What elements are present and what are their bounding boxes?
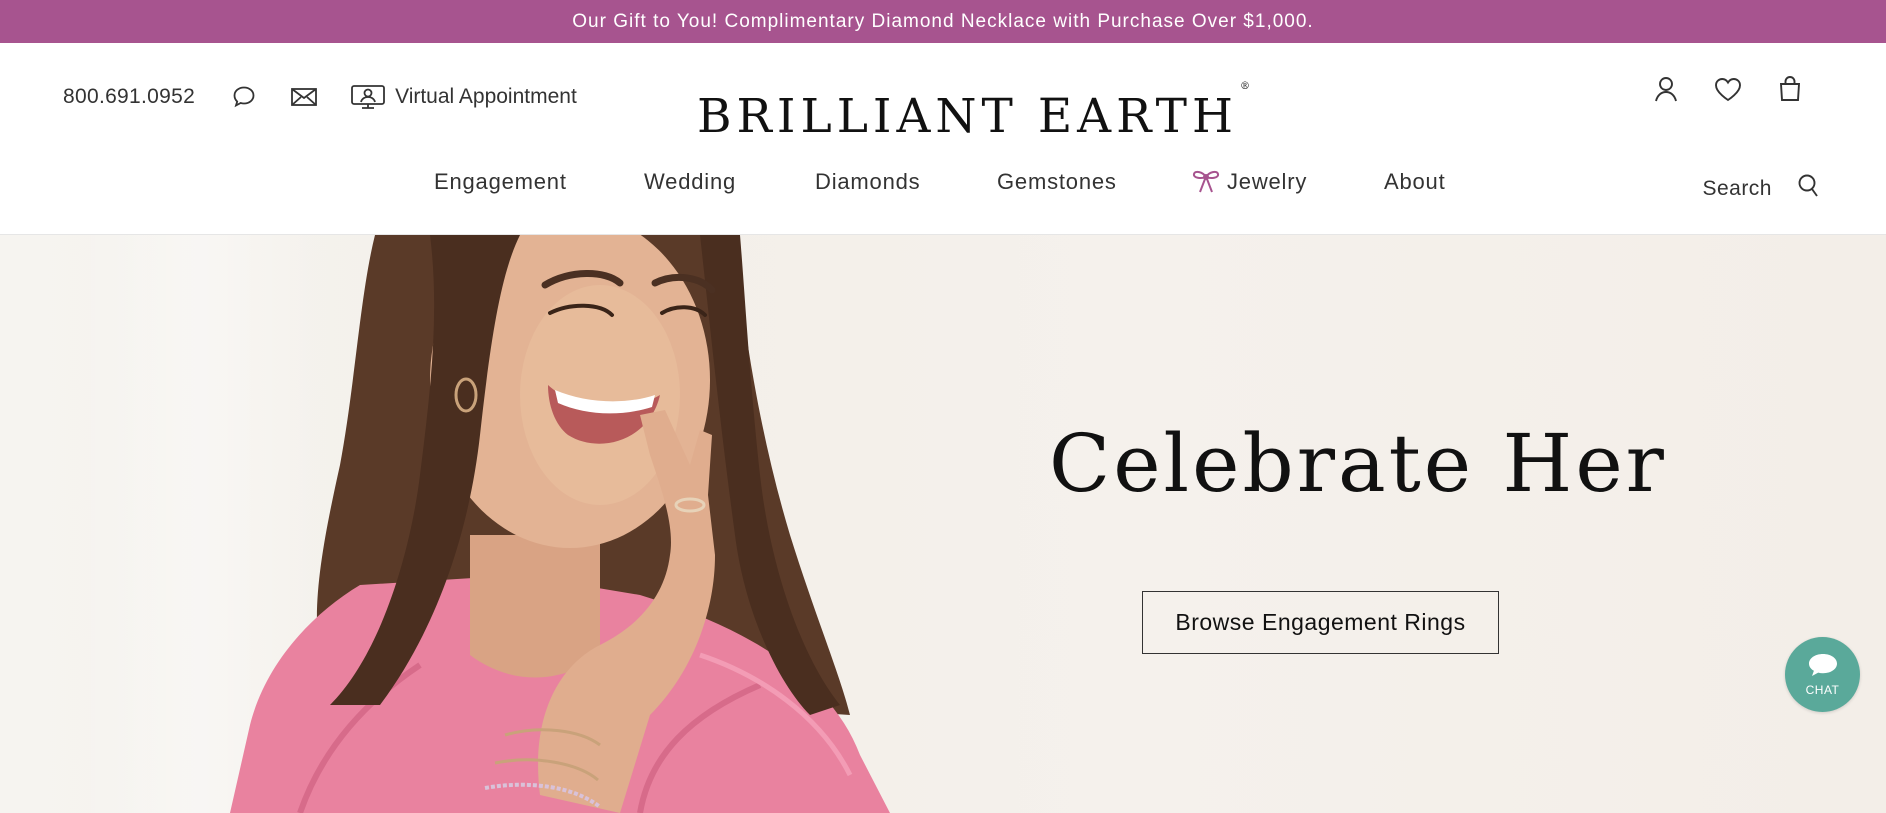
envelope-icon[interactable] (289, 82, 319, 112)
nav-item-label: About (1384, 169, 1446, 194)
chat-widget-label: CHAT (1805, 682, 1840, 697)
shopping-bag-icon[interactable] (1774, 73, 1806, 105)
search-label: Search (1702, 176, 1772, 200)
nav-item-jewelry[interactable]: Jewelry (1191, 169, 1307, 195)
chat-bubble-icon[interactable] (229, 82, 259, 112)
bow-icon (1191, 169, 1221, 195)
chat-widget-button[interactable]: CHAT (1785, 637, 1860, 712)
chat-widget-icon (1807, 653, 1839, 682)
utility-bar: 800.691.0952 Virtual Appointment (63, 77, 577, 117)
video-monitor-icon (349, 82, 387, 112)
account-icons (1620, 73, 1806, 105)
virtual-appointment-link[interactable]: Virtual Appointment (349, 82, 577, 112)
nav-item-label: Wedding (644, 169, 737, 194)
search-icon (1796, 173, 1820, 204)
user-icon[interactable] (1650, 73, 1682, 105)
virtual-appointment-label: Virtual Appointment (395, 85, 577, 108)
nav-item-label: Jewelry (1227, 169, 1308, 194)
promo-banner[interactable]: Our Gift to You! Complimentary Diamond N… (0, 0, 1886, 43)
search-button[interactable]: Search (1702, 173, 1820, 204)
heart-icon[interactable] (1712, 73, 1744, 105)
hero-title: Celebrate Her (1049, 417, 1667, 510)
phone-link[interactable]: 800.691.0952 (63, 85, 195, 109)
nav-item-label: Gemstones (997, 169, 1117, 194)
hero-model-image (230, 235, 890, 813)
logo-registered-mark: ® (1239, 81, 1250, 93)
nav-item-diamonds[interactable]: Diamonds (815, 169, 920, 195)
browse-engagement-rings-button[interactable]: Browse Engagement Rings (1142, 591, 1499, 654)
nav-item-gemstones[interactable]: Gemstones (997, 169, 1117, 195)
site-header: 800.691.0952 Virtual Appointment BRILLIA… (0, 43, 1886, 235)
nav-item-wedding[interactable]: Wedding (644, 169, 736, 195)
logo-text: BRILLIANT EARTH (697, 89, 1238, 144)
nav-item-about[interactable]: About (1384, 169, 1446, 195)
nav-item-label: Diamonds (815, 169, 921, 194)
nav-item-label: Engagement (434, 169, 567, 194)
hero-banner: Celebrate Her Browse Engagement Rings (0, 235, 1886, 813)
main-nav: Engagement Wedding Diamonds Gemstones Je… (0, 169, 1886, 209)
site-logo[interactable]: BRILLIANT EARTH® (697, 81, 1250, 144)
promo-text[interactable]: Our Gift to You! Complimentary Diamond N… (572, 11, 1313, 33)
nav-item-engagement[interactable]: Engagement (434, 169, 567, 195)
